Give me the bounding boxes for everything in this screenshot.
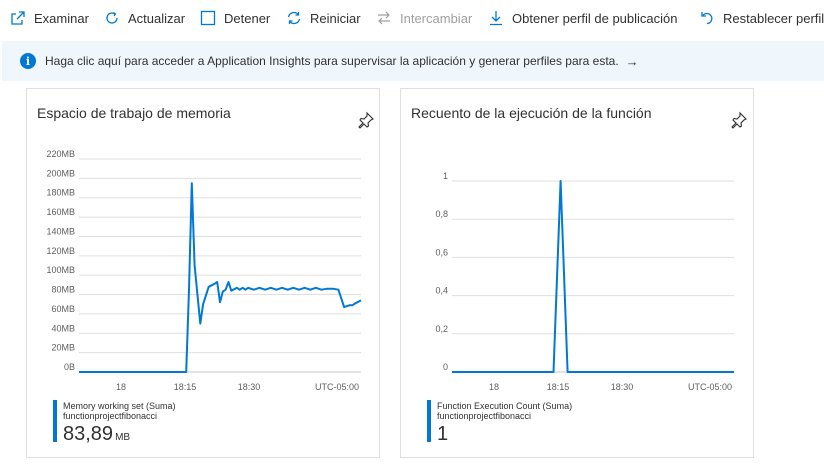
x-tick-label: 18 <box>489 382 499 392</box>
refresh-icon <box>106 11 118 24</box>
x-tick-label: 18 <box>116 382 126 392</box>
swap-button[interactable]: Intercambiar <box>376 0 472 36</box>
stop-icon <box>200 10 216 26</box>
memory-legend-value: 83,89 MB <box>63 423 130 449</box>
external-link-icon <box>11 11 25 25</box>
y-tick-label: 200MB <box>46 168 75 178</box>
y-tick-label: 1 <box>443 171 448 181</box>
y-tick-label: 120MB <box>46 246 75 256</box>
y-tick-label: 20MB <box>51 343 75 353</box>
exec-legend-color <box>427 400 431 442</box>
y-tick-label: 0B <box>64 362 75 372</box>
refresh-button[interactable]: Actualizar <box>104 0 185 36</box>
download-icon <box>490 11 502 26</box>
undo-icon <box>701 12 713 25</box>
x-tick-label: UTC-05:00 <box>688 382 732 392</box>
restart-label: Reiniciar <box>310 10 361 26</box>
execution-line-chart: 0 0,2 0,4 0,6 0,8 1 18 18:15 18:30 UTC-05:00 <box>435 171 734 392</box>
memory-line-chart: 0B 20MB 40MB 60MB 80MB 100MB 120MB 140MB 160MB 18… <box>46 149 362 392</box>
arrow-right-icon: → <box>625 53 639 69</box>
x-tick-label: 18:30 <box>611 382 634 392</box>
y-tick-label: 60MB <box>51 304 75 314</box>
banner-text: Haga clic aquí para acceder a Applicatio… <box>45 54 619 68</box>
y-tick-label: 100MB <box>46 265 75 275</box>
browse-button[interactable]: Examinar <box>10 0 89 36</box>
get-publish-profile-button[interactable]: Obtener perfil de publicación <box>488 0 678 36</box>
series-line <box>79 182 362 373</box>
app-insights-banner[interactable]: i Haga clic aquí para acceder a Applicat… <box>2 41 824 81</box>
exec-legend-metric: Function Execution Count (Suma) <box>437 401 573 411</box>
memory-legend-resource: functionprojectfibonacci <box>63 411 158 421</box>
info-icon: i <box>20 53 36 69</box>
browse-label: Examinar <box>34 10 89 26</box>
stop-button[interactable]: Detener <box>200 0 270 36</box>
restart-icon <box>287 11 301 25</box>
restart-button[interactable]: Reiniciar <box>286 0 361 36</box>
x-tick-label: 18:15 <box>174 382 197 392</box>
reset-profile-label: Restablecer perfil <box>723 10 824 26</box>
y-tick-label: 140MB <box>46 226 75 236</box>
y-tick-label: 0 <box>443 362 448 372</box>
x-tick-label: 18:15 <box>547 382 570 392</box>
y-tick-label: 160MB <box>46 207 75 217</box>
memory-working-set-card[interactable]: Espacio de trabajo de memoria 0B 20MB 40MB… <box>26 88 380 458</box>
swap-icon <box>378 11 390 25</box>
x-tick-label: UTC-05:00 <box>315 382 359 392</box>
memory-unit: MB <box>115 432 131 443</box>
command-bar: Examinar Actualizar Detener Reiniciar In… <box>0 0 824 36</box>
y-tick-label: 40MB <box>51 323 75 333</box>
swap-label: Intercambiar <box>400 10 473 26</box>
refresh-label: Actualizar <box>128 10 186 26</box>
y-tick-label: 80MB <box>51 285 75 295</box>
memory-value: 83,89 <box>63 423 114 445</box>
exec-legend-resource: functionprojectfibonacci <box>437 411 532 421</box>
stop-label: Detener <box>224 10 271 26</box>
exec-legend-value: 1 <box>437 423 449 445</box>
reset-profile-button[interactable]: Restablecer perfil <box>699 0 824 36</box>
series-line <box>452 180 734 373</box>
memory-legend-color <box>53 400 57 442</box>
y-tick-label: 220MB <box>46 149 75 159</box>
get-publish-profile-label: Obtener perfil de publicación <box>512 10 678 26</box>
y-tick-label: 0,8 <box>435 209 448 219</box>
function-execution-count-card[interactable]: Recuento de la ejecución de la función 0… <box>400 88 754 458</box>
y-tick-label: 0,6 <box>435 247 448 257</box>
y-tick-label: 0,4 <box>435 286 448 296</box>
memory-legend-metric: Memory working set (Suma) <box>63 401 176 411</box>
x-tick-label: 18:30 <box>238 382 261 392</box>
y-tick-label: 180MB <box>46 188 75 198</box>
y-tick-label: 0,2 <box>435 324 448 334</box>
